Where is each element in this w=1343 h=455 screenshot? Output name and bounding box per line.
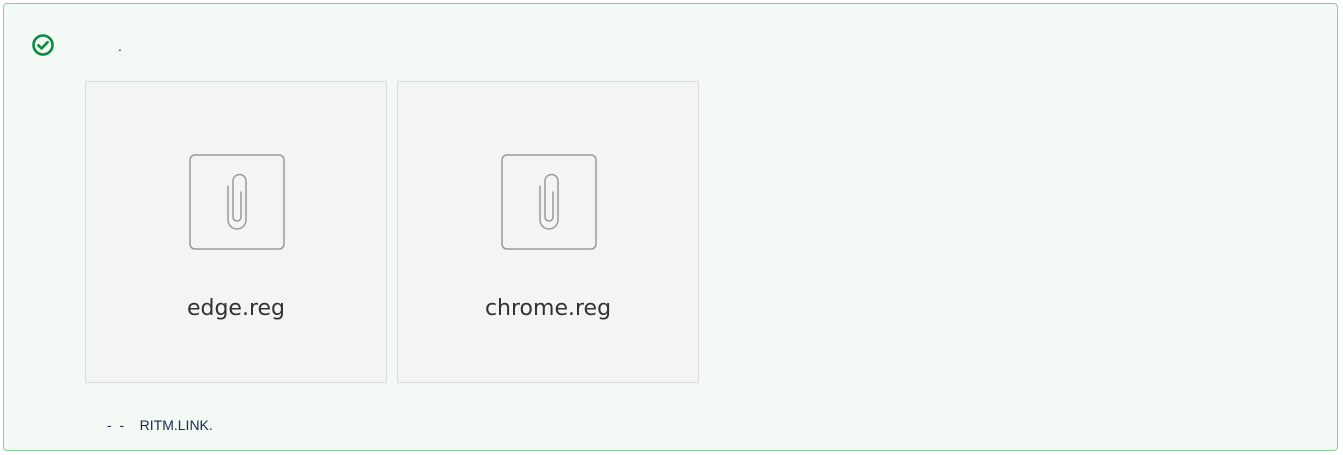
panel-header-text: .	[118, 38, 122, 54]
check-circle-icon	[32, 34, 54, 56]
paperclip-icon	[189, 154, 285, 250]
panel-footer-text: - - RITM.LINK.	[107, 417, 213, 433]
success-panel: . edge.reg chrome.reg - - RITM.LINK.	[3, 3, 1338, 451]
paperclip-icon	[501, 154, 597, 250]
attachment-card-edge-reg[interactable]: edge.reg	[85, 81, 387, 383]
attachment-card-chrome-reg[interactable]: chrome.reg	[397, 81, 699, 383]
attachment-file-name: edge.reg	[186, 296, 286, 321]
attachment-file-name: chrome.reg	[484, 296, 612, 321]
